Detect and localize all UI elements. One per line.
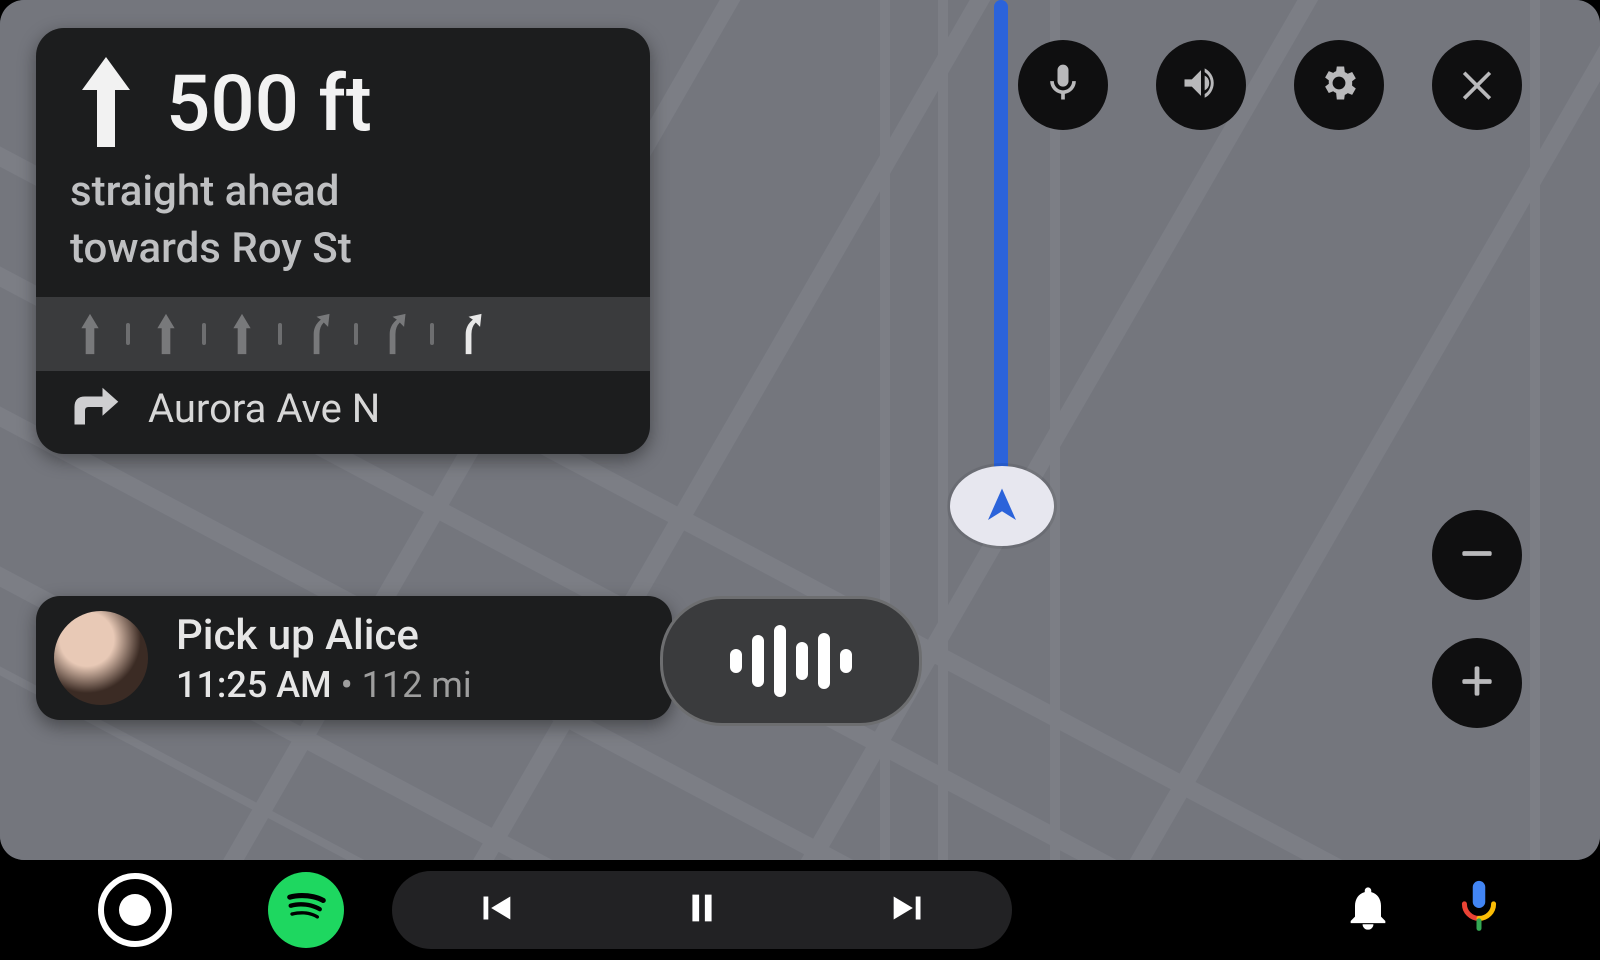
lane-straight-icon — [60, 311, 120, 357]
voice-pill[interactable] — [660, 596, 922, 726]
sound-button[interactable] — [1156, 40, 1246, 130]
previous-track-button[interactable] — [472, 885, 518, 935]
zoom-in-button[interactable] — [1432, 638, 1522, 728]
contact-avatar — [54, 611, 148, 705]
plus-icon — [1455, 659, 1499, 707]
nav-instruction: straight ahead towards Roy St — [36, 160, 650, 297]
trip-title: Pick up Alice — [176, 611, 472, 660]
lane-guidance — [36, 297, 650, 371]
gear-icon — [1317, 61, 1361, 109]
trip-subline: 11:25 AM • 112 mi — [176, 664, 472, 706]
turn-right-icon — [64, 386, 120, 432]
next-track-button[interactable] — [886, 885, 932, 935]
lane-straight-icon — [212, 311, 272, 357]
trip-text: Pick up Alice 11:25 AM • 112 mi — [176, 611, 472, 706]
screen: 500 ft straight ahead towards Roy St Aur… — [0, 0, 1600, 960]
volume-icon — [1179, 61, 1223, 109]
lane-slight-right-icon — [364, 311, 424, 357]
close-button[interactable] — [1432, 40, 1522, 130]
nav-instruction-line2: towards Roy St — [70, 221, 616, 278]
maneuver-straight-icon — [70, 54, 142, 154]
assistant-button[interactable] — [1454, 878, 1504, 942]
lane-straight-icon — [136, 311, 196, 357]
lane-slight-right-icon — [288, 311, 348, 357]
mic-button[interactable] — [1018, 40, 1108, 130]
nav-distance: 500 ft — [166, 59, 372, 150]
trip-sep: • — [332, 664, 362, 706]
location-puck — [950, 466, 1054, 546]
music-app-button[interactable] — [268, 872, 344, 948]
nav-instruction-line1: straight ahead — [70, 164, 616, 221]
next-step-road: Aurora Ave N — [148, 385, 380, 432]
route-line — [994, 0, 1008, 500]
next-step-row: Aurora Ave N — [36, 371, 650, 454]
lane-slight-right-active-icon — [440, 311, 500, 357]
spotify-icon — [278, 880, 334, 940]
notifications-button[interactable] — [1342, 882, 1394, 938]
mic-icon — [1041, 61, 1085, 109]
trip-card[interactable]: Pick up Alice 11:25 AM • 112 mi — [36, 596, 672, 720]
close-icon — [1455, 61, 1499, 109]
minus-icon — [1455, 531, 1499, 579]
zoom-out-button[interactable] — [1432, 510, 1522, 600]
settings-button[interactable] — [1294, 40, 1384, 130]
trip-time: 11:25 AM — [176, 664, 332, 706]
home-button[interactable] — [98, 873, 172, 947]
bell-icon — [1342, 919, 1394, 938]
media-controls — [392, 871, 1012, 949]
assistant-mic-icon — [1454, 923, 1504, 942]
nav-primary-row: 500 ft — [36, 28, 650, 160]
navigation-card[interactable]: 500 ft straight ahead towards Roy St Aur… — [36, 28, 650, 454]
pause-button[interactable] — [679, 885, 725, 935]
bottom-bar — [0, 860, 1600, 960]
trip-distance: 112 mi — [362, 664, 472, 706]
